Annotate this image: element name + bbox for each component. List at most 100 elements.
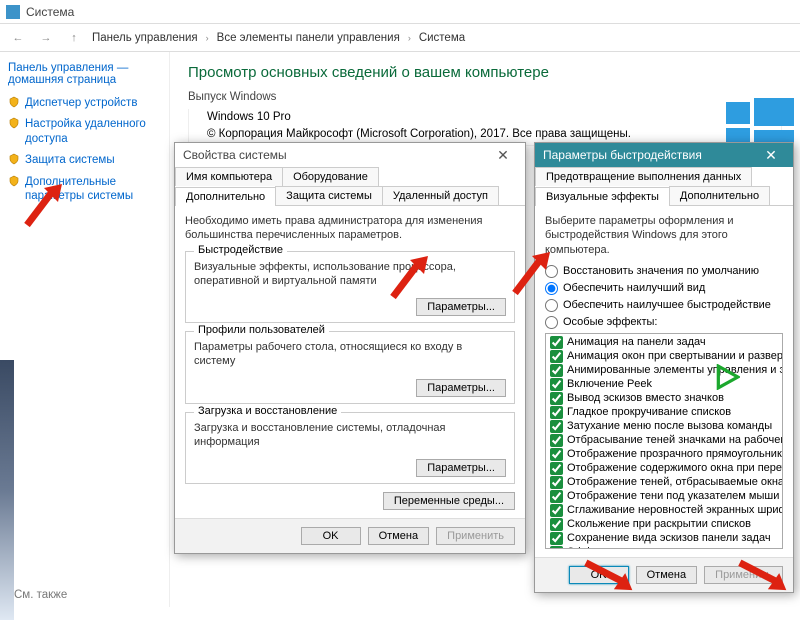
checkbox-label: Включение Peek: [567, 378, 652, 390]
effect-checkbox-row[interactable]: Анимация окон при свертывании и разверты…: [550, 350, 778, 363]
radio-input[interactable]: [545, 316, 558, 329]
breadcrumb-mid[interactable]: Все элементы панели управления: [217, 32, 400, 44]
performance-options-dialog: Параметры быстродействия ✕ Предотвращени…: [534, 142, 794, 593]
boot-settings-button[interactable]: Параметры...: [416, 459, 506, 477]
checkbox-label: Анимированные элементы управления и элем…: [567, 364, 783, 376]
close-icon[interactable]: ✕: [489, 147, 517, 164]
checkbox-input[interactable]: [550, 392, 563, 405]
checkbox-input[interactable]: [550, 420, 563, 433]
effect-checkbox-row[interactable]: Вывод эскизов вместо значков: [550, 392, 778, 405]
checkbox-input[interactable]: [550, 434, 563, 447]
checkbox-input[interactable]: [550, 406, 563, 419]
checkbox-input[interactable]: [550, 546, 563, 549]
system-icon: [6, 5, 20, 19]
effect-checkbox-row[interactable]: Гладкое прокручивание списков: [550, 406, 778, 419]
checkbox-input[interactable]: [550, 462, 563, 475]
cancel-button[interactable]: Отмена: [636, 566, 697, 584]
radio-option[interactable]: Обеспечить наилучшее быстродействие: [545, 299, 783, 312]
checkbox-input[interactable]: [550, 378, 563, 391]
checkbox-input[interactable]: [550, 448, 563, 461]
tab[interactable]: Удаленный доступ: [382, 186, 499, 205]
effect-checkbox-row[interactable]: Скольжение при раскрытии списков: [550, 518, 778, 531]
annotation-play-icon: [714, 364, 740, 390]
sidebar: Панель управления — домашняя страница Ди…: [0, 52, 170, 607]
annotation-arrow-icon: [388, 252, 438, 302]
tab[interactable]: Предотвращение выполнения данных: [535, 167, 752, 186]
nav-toolbar: ← → ↑ Панель управления › Все элементы п…: [0, 24, 800, 52]
annotation-arrow-icon: [580, 550, 638, 608]
shield-icon: [8, 117, 20, 129]
tab[interactable]: Защита системы: [275, 186, 383, 205]
group-desc: Загрузка и восстановление системы, отлад…: [194, 421, 506, 450]
effect-checkbox-row[interactable]: Сохранение вида эскизов панели задач: [550, 532, 778, 545]
checkbox-label: Отбрасывание теней значками на рабочем с…: [567, 434, 783, 446]
dialog-titlebar[interactable]: Параметры быстродействия ✕: [535, 143, 793, 167]
radio-input[interactable]: [545, 299, 558, 312]
checkbox-label: Анимация окон при свертывании и разверты…: [567, 350, 783, 362]
env-vars-button[interactable]: Переменные среды...: [383, 492, 515, 510]
group-desc: Параметры рабочего стола, относящиеся ко…: [194, 340, 506, 369]
annotation-arrow-icon: [22, 180, 72, 230]
tab[interactable]: Дополнительно: [175, 187, 276, 206]
tab[interactable]: Имя компьютера: [175, 167, 283, 186]
radio-option[interactable]: Восстановить значения по умолчанию: [545, 265, 783, 278]
checkbox-input[interactable]: [550, 476, 563, 489]
tab-row-2: Визуальные эффектыДополнительно: [535, 186, 793, 206]
checkbox-input[interactable]: [550, 518, 563, 531]
tab[interactable]: Дополнительно: [669, 186, 770, 205]
dialog-title: Параметры быстродействия: [543, 148, 702, 162]
sidebar-home-link[interactable]: Панель управления — домашняя страница: [8, 62, 161, 86]
apply-button[interactable]: Применить: [436, 527, 515, 545]
link-label: Диспетчер устройств: [25, 96, 137, 110]
shield-icon: [8, 96, 20, 108]
sidebar-link-0[interactable]: Диспетчер устройств: [8, 96, 161, 110]
checkbox-input[interactable]: [550, 336, 563, 349]
checkbox-label: Скольжение при раскрытии списков: [567, 518, 751, 530]
edition-group-label: Выпуск Windows: [188, 91, 782, 103]
checkbox-input[interactable]: [550, 490, 563, 503]
see-also-label: См. также: [14, 589, 67, 601]
effects-checklist[interactable]: Анимация на панели задач Анимация окон пр…: [545, 333, 783, 549]
effect-checkbox-row[interactable]: Отображение прозрачного прямоугольника в…: [550, 448, 778, 461]
effect-checkbox-row[interactable]: Анимация на панели задач: [550, 336, 778, 349]
effect-checkbox-row[interactable]: Сглаживание неровностей экранных шрифтов: [550, 504, 778, 517]
checkbox-input[interactable]: [550, 504, 563, 517]
annotation-arrow-icon: [510, 248, 560, 298]
checkbox-label: Отображение содержимого окна при перетас…: [567, 462, 783, 474]
nav-up-icon[interactable]: ↑: [64, 28, 84, 48]
breadcrumb-root[interactable]: Панель управления: [92, 32, 198, 44]
checkbox-label: Затухание меню после вызова команды: [567, 420, 772, 432]
dialog-titlebar[interactable]: Свойства системы ✕: [175, 143, 525, 167]
effect-checkbox-row[interactable]: Отображение содержимого окна при перетас…: [550, 462, 778, 475]
tab[interactable]: Визуальные эффекты: [535, 187, 670, 206]
sidebar-link-2[interactable]: Защита системы: [8, 153, 161, 167]
breadcrumb-leaf[interactable]: Система: [419, 32, 465, 44]
effect-checkbox-row[interactable]: Отображение теней, отбрасываемые окнами: [550, 476, 778, 489]
effect-checkbox-row[interactable]: Отображение тени под указателем мыши: [550, 490, 778, 503]
effect-checkbox-row[interactable]: Затухание меню после вызова команды: [550, 420, 778, 433]
profiles-settings-button[interactable]: Параметры...: [416, 379, 506, 397]
effect-checkbox-row[interactable]: Отбрасывание теней значками на рабочем с…: [550, 434, 778, 447]
cancel-button[interactable]: Отмена: [368, 527, 429, 545]
effect-checkbox-row[interactable]: Эффекты затухания или скольжения при обр…: [550, 546, 778, 549]
checkbox-input[interactable]: [550, 350, 563, 363]
tab-row-1: Имя компьютераОборудование: [175, 167, 525, 186]
edition-name: Windows 10 Pro: [207, 111, 781, 123]
checkbox-label: Гладкое прокручивание списков: [567, 406, 731, 418]
sidebar-link-1[interactable]: Настройка удаленного доступа: [8, 117, 161, 146]
radio-option[interactable]: Особые эффекты:: [545, 316, 783, 329]
link-label: Защита системы: [25, 153, 115, 167]
checkbox-input[interactable]: [550, 364, 563, 377]
checkbox-label: Отображение теней, отбрасываемые окнами: [567, 476, 783, 488]
tab[interactable]: Оборудование: [282, 167, 379, 186]
checkbox-label: Анимация на панели задач: [567, 336, 706, 348]
ok-button[interactable]: OK: [301, 527, 361, 545]
effect-checkbox-row[interactable]: Включение Peek: [550, 378, 778, 391]
annotation-arrow-icon: [734, 550, 792, 608]
nav-back-icon[interactable]: ←: [8, 28, 28, 48]
checkbox-input[interactable]: [550, 532, 563, 545]
close-icon[interactable]: ✕: [757, 147, 785, 164]
effect-checkbox-row[interactable]: Анимированные элементы управления и элем…: [550, 364, 778, 377]
nav-forward-icon[interactable]: →: [36, 28, 56, 48]
radio-option[interactable]: Обеспечить наилучший вид: [545, 282, 783, 295]
